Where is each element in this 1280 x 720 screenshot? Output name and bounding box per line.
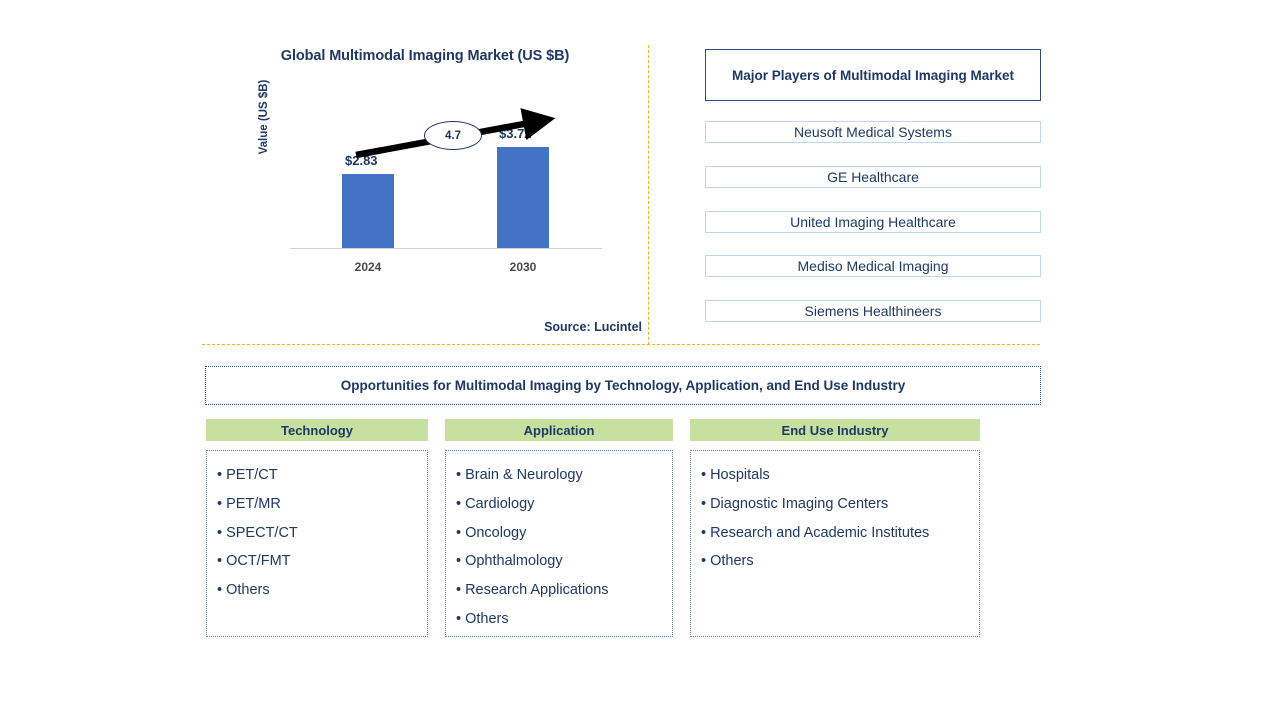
horizontal-divider — [202, 344, 1040, 345]
list-item: • Ophthalmology — [456, 547, 664, 576]
column-body-application: • Brain & Neurology • Cardiology • Oncology… — [445, 450, 673, 637]
list-item: • Others — [456, 605, 664, 634]
bullet-icon: • — [456, 524, 462, 541]
player-row[interactable]: Neusoft Medical Systems — [705, 121, 1041, 143]
bullet-icon: • — [217, 495, 223, 512]
bullet-icon: • — [701, 524, 707, 541]
list-item: • Brain & Neurology — [456, 461, 664, 490]
list-item-label: Cardiology — [465, 495, 535, 512]
x-tick-2024: 2024 — [354, 260, 382, 274]
list-item-label: Research Applications — [465, 582, 609, 599]
list-item: • Others — [217, 576, 419, 605]
x-tick-2030: 2030 — [509, 260, 537, 274]
player-row[interactable]: Mediso Medical Imaging — [705, 255, 1041, 277]
vertical-divider — [648, 45, 649, 345]
list-item: • PET/MR — [217, 490, 419, 519]
list-item: • Hospitals — [701, 461, 971, 490]
list-item-label: Others — [465, 610, 509, 627]
source-label: Source: Lucintel — [544, 320, 642, 334]
column-header-application: Application — [445, 419, 673, 441]
chart-title: Global Multimodal Imaging Market (US $B) — [280, 48, 570, 64]
list-item-label: SPECT/CT — [226, 524, 298, 541]
list-item-label: Brain & Neurology — [465, 467, 583, 483]
list-item: • Oncology — [456, 519, 664, 548]
list-item: • SPECT/CT — [217, 519, 419, 548]
player-row[interactable]: United Imaging Healthcare — [705, 211, 1041, 233]
column-header-end-use-industry: End Use Industry — [690, 419, 980, 441]
infographic-canvas: Global Multimodal Imaging Market (US $B)… — [0, 0, 1280, 720]
bullet-icon: • — [456, 610, 462, 627]
chart-y-axis-label: Value (US $B) — [258, 79, 270, 155]
list-item-label: Diagnostic Imaging Centers — [710, 495, 889, 512]
list-item-label: PET/MR — [226, 495, 281, 512]
player-row[interactable]: Siemens Healthineers — [705, 300, 1041, 322]
list-item: • Research Applications — [456, 576, 664, 605]
list-item-label: Research and Academic Institutes — [710, 524, 930, 541]
list-item-label: Ophthalmology — [465, 553, 563, 570]
list-item: • Research and Academic Institutes — [701, 519, 971, 548]
list-item: • Others — [701, 547, 971, 576]
list-item: • OCT/FMT — [217, 547, 419, 576]
column-header-technology: Technology — [206, 419, 428, 441]
bullet-icon: • — [701, 553, 707, 570]
bullet-icon: • — [456, 553, 462, 570]
bullet-icon: • — [217, 553, 223, 570]
player-row[interactable]: GE Healthcare — [705, 166, 1041, 188]
bullet-icon: • — [456, 467, 462, 483]
bullet-icon: • — [217, 524, 223, 541]
list-item-label: Oncology — [465, 524, 527, 541]
list-item: • Cardiology — [456, 490, 664, 519]
bar-chart: Value (US $B) $2.83 $3.72 2024 2030 4.7 — [258, 80, 607, 285]
bullet-icon: • — [701, 467, 707, 483]
bar-2024 — [342, 174, 394, 248]
list-item-label: PET/CT — [226, 467, 278, 483]
column-body-end-use-industry: • Hospitals • Diagnostic Imaging Centers •… — [690, 450, 980, 637]
major-players-panel: Major Players of Multimodal Imaging Mark… — [705, 49, 1041, 322]
bullet-icon: • — [217, 467, 223, 483]
bullet-icon: • — [456, 582, 462, 599]
bullet-icon: • — [217, 582, 223, 599]
opportunities-banner: Opportunities for Multimodal Imaging by … — [205, 366, 1041, 405]
bullet-icon: • — [701, 495, 707, 512]
list-item-label: Others — [710, 553, 754, 570]
chart-axis-line — [290, 248, 602, 249]
list-item-label: Hospitals — [710, 467, 770, 483]
list-item: • PET/CT — [217, 461, 419, 490]
major-players-header: Major Players of Multimodal Imaging Mark… — [705, 49, 1041, 101]
list-item-label: Others — [226, 582, 270, 599]
list-item: • Diagnostic Imaging Centers — [701, 490, 971, 519]
list-item-label: OCT/FMT — [226, 553, 291, 570]
column-body-technology: • PET/CT • PET/MR • SPECT/CT • OCT/FMT • Othe… — [206, 450, 428, 637]
bullet-icon: • — [456, 495, 462, 512]
cagr-badge: 4.7 — [424, 121, 482, 150]
